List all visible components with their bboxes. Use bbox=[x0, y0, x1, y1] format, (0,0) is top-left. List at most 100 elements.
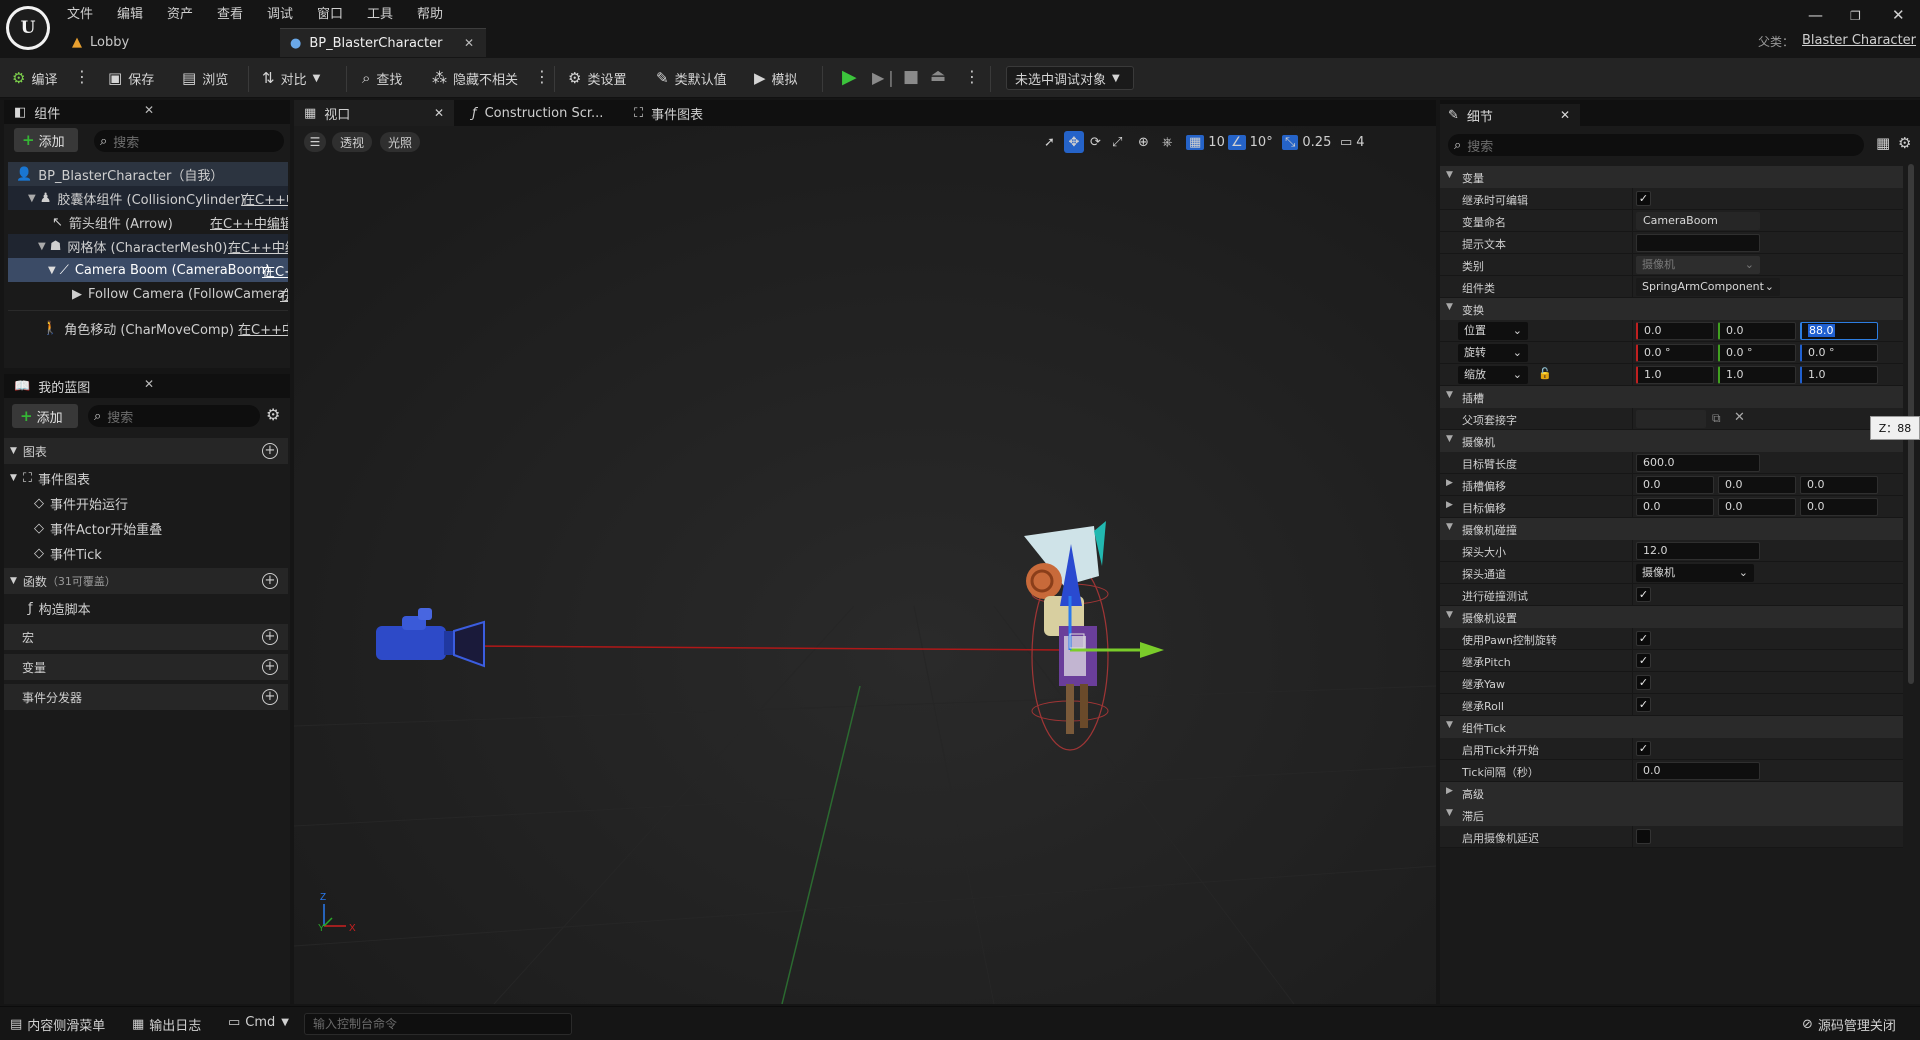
start-with-tick-checkbox[interactable]: ✓ bbox=[1636, 741, 1651, 756]
hide-unrelated-button[interactable]: ⁂ 隐藏不相关 bbox=[432, 67, 518, 89]
section-variables[interactable]: 变量 + bbox=[4, 654, 288, 680]
step-icon[interactable]: ▶❘ bbox=[872, 68, 898, 87]
play-options-icon[interactable]: ⋮ bbox=[964, 67, 980, 86]
edit-in-cpp-link[interactable]: 在C++中编 bbox=[238, 319, 288, 338]
stop-icon[interactable]: ■ bbox=[903, 67, 919, 87]
browse-button[interactable]: ▤ 浏览 bbox=[182, 67, 228, 89]
perspective-button[interactable]: 透视 bbox=[332, 132, 373, 152]
menu-tools[interactable]: 工具 bbox=[367, 3, 393, 22]
grid-snap-toggle[interactable]: ▦ 10 bbox=[1186, 131, 1225, 153]
inherit-roll-checkbox[interactable]: ✓ bbox=[1636, 697, 1651, 712]
editable-when-inherited-checkbox[interactable]: ✓ bbox=[1636, 191, 1651, 206]
close-window-icon[interactable]: ✕ bbox=[1892, 6, 1905, 24]
add-macro-icon[interactable]: + bbox=[262, 629, 278, 645]
location-mode-dropdown[interactable]: 位置 ⌄ bbox=[1458, 322, 1528, 340]
settings-gear-icon[interactable]: ⚙ bbox=[1898, 134, 1911, 152]
lit-button[interactable]: 光照 bbox=[380, 132, 421, 152]
tab-event-graph[interactable]: ⛶ 事件图表 bbox=[624, 100, 703, 126]
close-tab-icon[interactable]: ✕ bbox=[434, 106, 444, 120]
scale-x-field[interactable]: 1.0 bbox=[1636, 366, 1714, 384]
class-defaults-button[interactable]: ✎ 类默认值 bbox=[656, 67, 727, 89]
add-component-button[interactable]: + 添加 bbox=[14, 128, 78, 152]
save-button[interactable]: ▣ 保存 bbox=[108, 67, 154, 89]
inherit-yaw-checkbox[interactable]: ✓ bbox=[1636, 675, 1651, 690]
menu-view[interactable]: 查看 bbox=[217, 3, 243, 22]
location-z-field[interactable]: 88.0 bbox=[1800, 322, 1878, 340]
simulate-button[interactable]: ▶ 模拟 bbox=[754, 67, 798, 89]
event-graph-item[interactable]: ▼ ⛶ 事件图表 bbox=[10, 466, 90, 490]
tree-item-arrow[interactable]: ↖ 箭头组件 (Arrow) 在C++中编辑 bbox=[8, 210, 288, 234]
location-y-field[interactable]: 0.0 bbox=[1718, 322, 1796, 340]
rotate-mode-icon[interactable]: ⟳ bbox=[1090, 131, 1101, 153]
translate-mode-icon[interactable]: ✥ bbox=[1064, 131, 1084, 153]
section-functions[interactable]: ▼ 函数 （31可覆盖） + bbox=[4, 568, 288, 594]
use-pawn-control-rotation-checkbox[interactable]: ✓ bbox=[1636, 631, 1651, 646]
tree-item-follow-camera[interactable]: ▶ Follow Camera (FollowCamera) 在 bbox=[8, 282, 288, 306]
camera-speed-toggle[interactable]: ▭ 4 bbox=[1340, 131, 1365, 153]
restore-icon[interactable]: ❐ bbox=[1850, 9, 1861, 23]
edit-in-cpp-link[interactable]: 在C++中编 bbox=[228, 237, 288, 256]
browse-socket-icon[interactable]: ⧉ bbox=[1712, 411, 1721, 426]
tab-construction-script[interactable]: ƒ Construction Scr... bbox=[462, 100, 603, 126]
close-panel-icon[interactable]: ✕ bbox=[1560, 108, 1570, 122]
tree-item-camera-boom[interactable]: ▼⟋ Camera Boom (CameraBoom)在C+ bbox=[8, 258, 288, 282]
source-control-button[interactable]: ⊘ 源码管理关闭 bbox=[1802, 1015, 1896, 1034]
component-class-dropdown[interactable]: SpringArmComponent ⌄ bbox=[1636, 278, 1780, 296]
category-camera-collision[interactable]: ▼ 摄像机碰撞 bbox=[1440, 518, 1903, 540]
rotation-snap-toggle[interactable]: ∠ 10° bbox=[1228, 131, 1273, 153]
close-tab-icon[interactable]: ✕ bbox=[464, 36, 474, 50]
construction-script-item[interactable]: ƒ 构造脚本 bbox=[28, 596, 91, 620]
world-local-icon[interactable]: ⊕ bbox=[1138, 131, 1149, 153]
menu-window[interactable]: 窗口 bbox=[317, 3, 343, 22]
scale-y-field[interactable]: 1.0 bbox=[1718, 366, 1796, 384]
category-transform[interactable]: ▼ 变换 bbox=[1440, 298, 1903, 320]
cmd-dropdown[interactable]: ▭ Cmd ▼ bbox=[228, 1015, 289, 1030]
viewport-panel[interactable]: ▦ 视口 ✕ ƒ Construction Scr... ⛶ 事件图表 Y X … bbox=[294, 100, 1436, 1004]
rotation-mode-dropdown[interactable]: 旋转 ⌄ bbox=[1458, 344, 1528, 362]
unreal-logo-icon[interactable]: U bbox=[6, 6, 50, 50]
inherit-pitch-checkbox[interactable]: ✓ bbox=[1636, 653, 1651, 668]
console-input[interactable]: 输入控制台命令 bbox=[304, 1013, 572, 1035]
enable-camera-lag-checkbox[interactable] bbox=[1636, 829, 1651, 844]
parent-socket-field[interactable] bbox=[1636, 410, 1706, 428]
settings-gear-icon[interactable]: ⚙ bbox=[266, 405, 280, 424]
category-camera-settings[interactable]: ▼ 摄像机设置 bbox=[1440, 606, 1903, 628]
section-graphs[interactable]: ▼ 图表 + bbox=[4, 438, 288, 464]
section-macros[interactable]: 宏 + bbox=[4, 624, 288, 650]
add-variable-icon[interactable]: + bbox=[262, 659, 278, 675]
table-view-icon[interactable]: ▦ bbox=[1876, 134, 1890, 152]
edit-in-cpp-link[interactable]: 在C+ bbox=[262, 261, 288, 280]
close-panel-icon[interactable]: ✕ bbox=[144, 377, 154, 391]
do-collision-test-checkbox[interactable]: ✓ bbox=[1636, 587, 1651, 602]
chevron-right-icon[interactable]: ▶ bbox=[1446, 478, 1453, 488]
surface-snap-icon[interactable]: ⎈ bbox=[1162, 131, 1172, 153]
debug-target-dropdown[interactable]: 未选中调试对象 ▼ bbox=[1006, 66, 1134, 90]
rotation-y-field[interactable]: 0.0 ° bbox=[1718, 344, 1796, 362]
select-mode-icon[interactable]: ➚ bbox=[1044, 131, 1055, 153]
components-search-input[interactable]: ⌕ 搜索 bbox=[94, 130, 284, 152]
tooltip-field[interactable] bbox=[1636, 234, 1760, 252]
target-offset-x-field[interactable]: 0.0 bbox=[1636, 498, 1714, 516]
category-dropdown[interactable]: 摄像机 ⌄ bbox=[1636, 256, 1760, 274]
tree-item-root[interactable]: 👤 BP_BlasterCharacter（自我） bbox=[8, 162, 288, 186]
play-icon[interactable]: ▶ bbox=[842, 66, 857, 88]
rotation-x-field[interactable]: 0.0 ° bbox=[1636, 344, 1714, 362]
parent-class-link[interactable]: Blaster Character bbox=[1802, 33, 1916, 48]
menu-file[interactable]: 文件 bbox=[67, 3, 93, 22]
tree-item-capsule[interactable]: ▼♟ 胶囊体组件 (CollisionCylinder)在C++中 bbox=[8, 186, 288, 210]
minimize-icon[interactable]: — bbox=[1808, 6, 1823, 24]
event-actor-begin-overlap[interactable]: ◇ 事件Actor开始重叠 bbox=[34, 516, 162, 540]
edit-in-cpp-link[interactable]: 在C++中 bbox=[242, 189, 288, 208]
category-socket[interactable]: ▼ 插槽 bbox=[1440, 386, 1903, 408]
output-log-button[interactable]: ▦ 输出日志 bbox=[132, 1015, 201, 1034]
tree-item-mesh[interactable]: ▼☗ 网格体 (CharacterMesh0)在C++中编 bbox=[8, 234, 288, 258]
blueprint-search-input[interactable]: ⌕ 搜索 bbox=[88, 405, 260, 427]
clear-icon[interactable]: ✕ bbox=[1734, 410, 1745, 425]
scale-z-field[interactable]: 1.0 bbox=[1800, 366, 1878, 384]
menu-help[interactable]: 帮助 bbox=[417, 3, 443, 22]
viewport-menu-button[interactable]: ☰ bbox=[304, 132, 326, 152]
category-variable[interactable]: ▼ 变量 bbox=[1440, 166, 1903, 188]
compile-button[interactable]: ⚙ 编译 bbox=[12, 67, 57, 89]
socket-offset-y-field[interactable]: 0.0 bbox=[1718, 476, 1796, 494]
class-settings-button[interactable]: ⚙ 类设置 bbox=[568, 67, 626, 89]
